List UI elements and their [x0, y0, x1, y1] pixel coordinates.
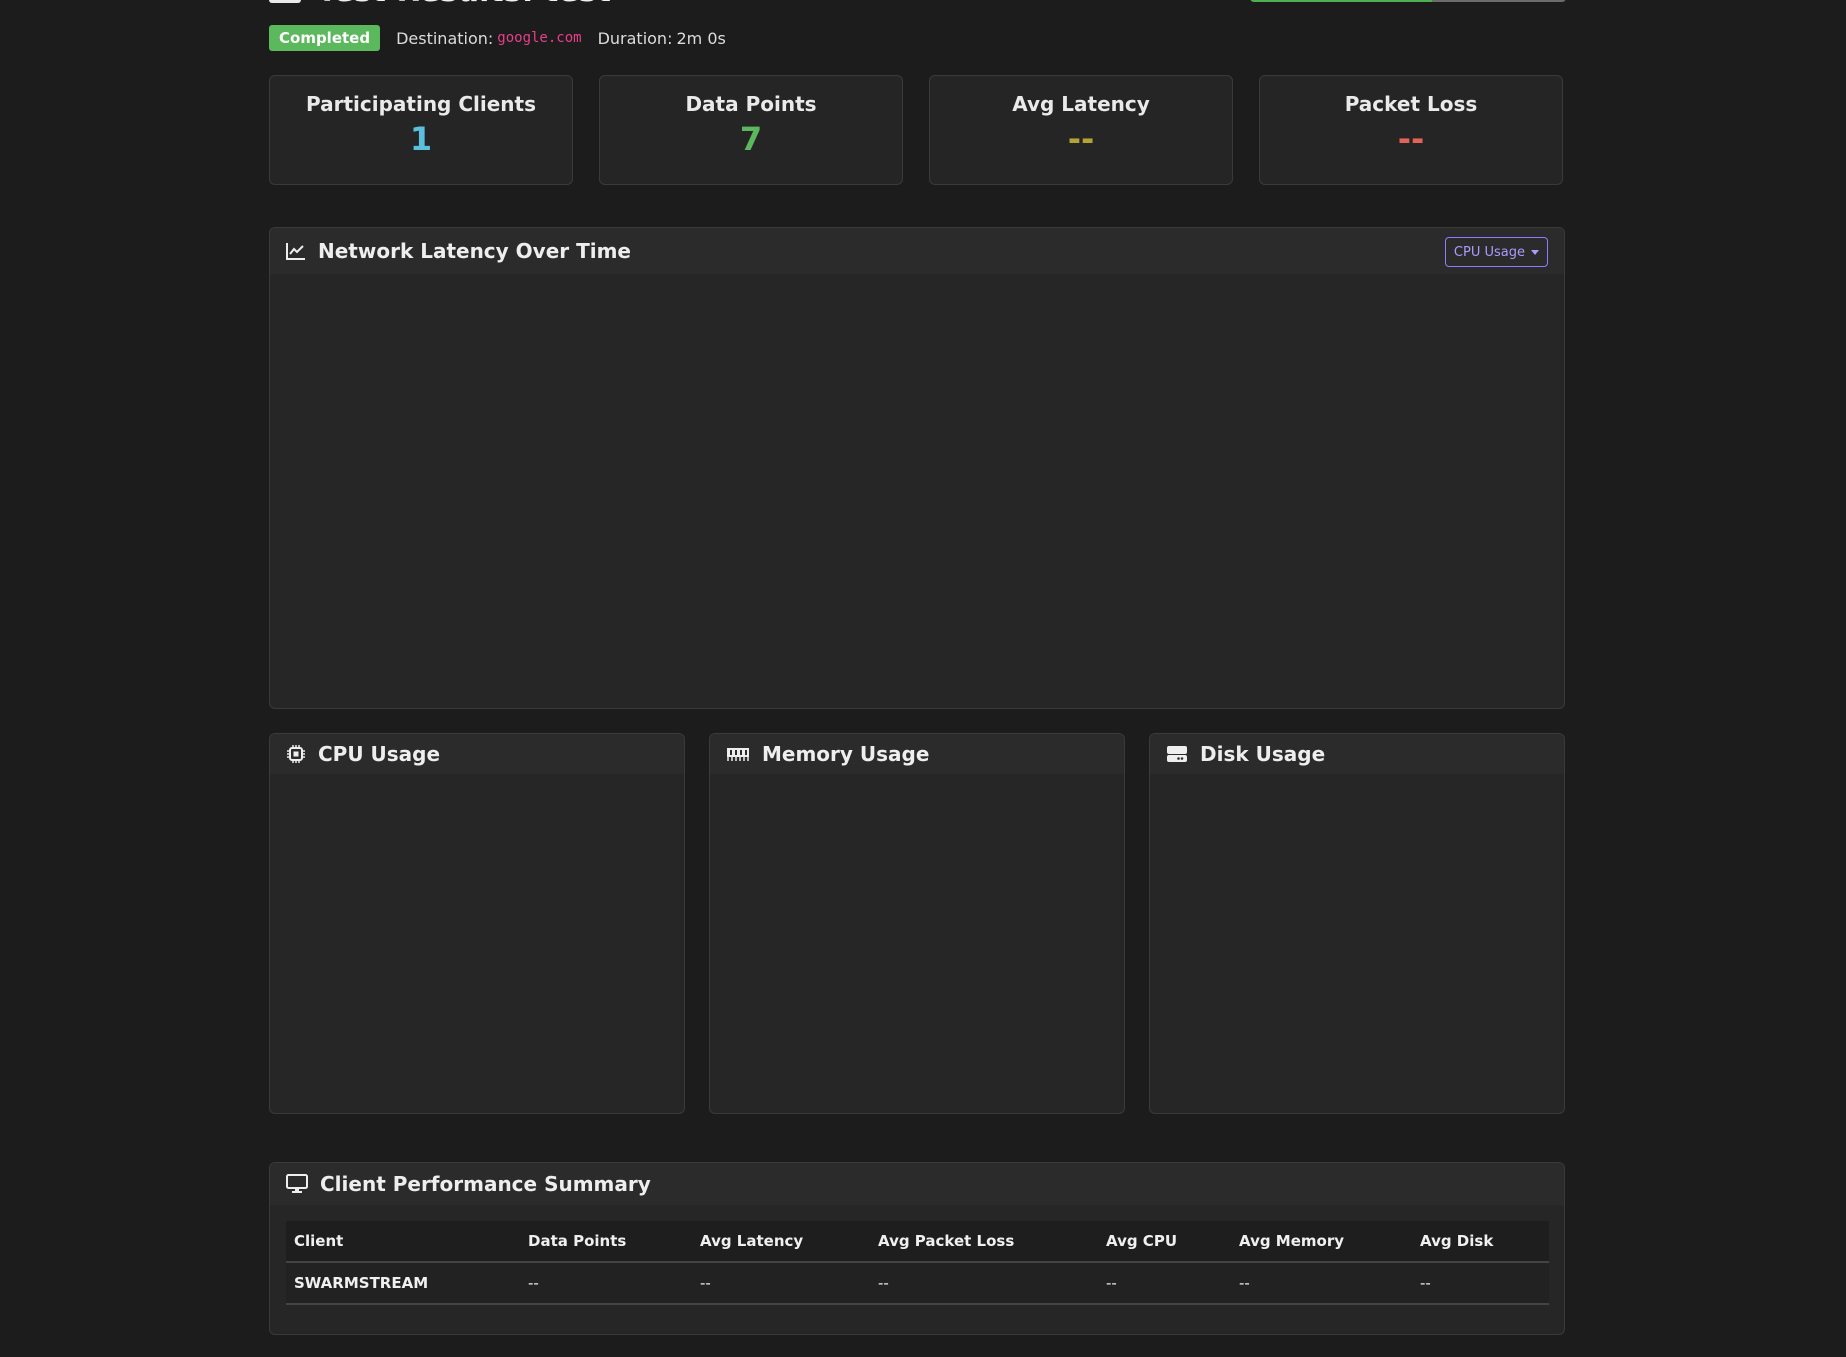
cell-avg-latency: -- [692, 1262, 870, 1305]
stat-card-clients: Participating Clients 1 [269, 75, 573, 185]
stat-label: Packet Loss [1344, 92, 1478, 116]
duration-value: 2m 0s [676, 28, 726, 48]
table-row[interactable]: SWARMSTREAM -- -- -- -- -- -- [286, 1262, 1549, 1305]
cpu-usage-title: CPU Usage [318, 742, 441, 766]
export-button[interactable] [1250, 0, 1432, 2]
header-actions [1250, 0, 1566, 2]
stat-value: -- [1067, 120, 1095, 158]
latency-chart-area [270, 274, 1564, 708]
column-header[interactable]: Avg Disk [1412, 1221, 1549, 1263]
desktop-icon [286, 1174, 308, 1193]
line-chart-icon [286, 243, 305, 260]
stat-card-packet-loss: Packet Loss -- [1259, 75, 1563, 185]
memory-icon [727, 748, 749, 761]
cell-client: SWARMSTREAM [286, 1262, 520, 1305]
memory-usage-card: Memory Usage [709, 733, 1125, 1114]
disk-usage-title: Disk Usage [1200, 742, 1326, 766]
stat-card-avg-latency: Avg Latency -- [929, 75, 1233, 185]
test-meta: Completed Destination: google.com Durati… [269, 24, 726, 52]
stat-label: Participating Clients [305, 92, 536, 116]
disk-usage-card: Disk Usage [1149, 733, 1565, 1114]
column-header[interactable]: Avg CPU [1098, 1221, 1231, 1263]
cell-avg-disk: -- [1412, 1262, 1549, 1305]
back-button[interactable] [1432, 0, 1566, 2]
disk-icon [1167, 746, 1187, 762]
page-title-text: Test Results: test [317, 0, 611, 9]
client-summary-title: Client Performance Summary [320, 1172, 651, 1196]
destination-label: Destination: [396, 28, 494, 48]
column-header[interactable]: Client [286, 1221, 520, 1263]
cell-avg-cpu: -- [1098, 1262, 1231, 1305]
memory-usage-header: Memory Usage [710, 734, 1124, 774]
cell-data-points: -- [520, 1262, 692, 1305]
client-summary-table: Client Data Points Avg Latency Avg Packe… [286, 1221, 1549, 1305]
caret-down-icon [1531, 249, 1539, 255]
latency-chart-header: Network Latency Over Time CPU Usage [270, 228, 1564, 274]
page-title: Test Results: test [269, 0, 611, 9]
cpu-icon [287, 745, 305, 763]
table-header-row: Client Data Points Avg Latency Avg Packe… [286, 1221, 1549, 1263]
stat-value: -- [1397, 120, 1425, 158]
memory-usage-title: Memory Usage [762, 742, 930, 766]
stat-card-data-points: Data Points 7 [599, 75, 903, 185]
column-header[interactable]: Data Points [520, 1221, 692, 1263]
cell-avg-packet-loss: -- [870, 1262, 1098, 1305]
latency-chart-title: Network Latency Over Time [318, 239, 631, 263]
cpu-usage-card: CPU Usage [269, 733, 685, 1114]
client-summary-header: Client Performance Summary [270, 1163, 1564, 1205]
stat-value: 7 [739, 120, 763, 158]
column-header[interactable]: Avg Packet Loss [870, 1221, 1098, 1263]
stat-label: Data Points [685, 92, 817, 116]
duration-label: Duration: [597, 28, 673, 48]
cell-avg-memory: -- [1231, 1262, 1412, 1305]
status-badge: Completed [269, 25, 381, 51]
metric-dropdown[interactable]: CPU Usage [1444, 237, 1548, 267]
stat-label: Avg Latency [1012, 92, 1150, 116]
column-header[interactable]: Avg Latency [692, 1221, 870, 1263]
destination-value: google.com [497, 30, 582, 46]
disk-usage-header: Disk Usage [1150, 734, 1564, 774]
column-header[interactable]: Avg Memory [1231, 1221, 1412, 1263]
cpu-usage-header: CPU Usage [270, 734, 684, 774]
metric-dropdown-label: CPU Usage [1453, 244, 1525, 260]
client-summary-card: Client Performance Summary Client Data P… [269, 1162, 1565, 1335]
latency-chart-card: Network Latency Over Time CPU Usage [269, 227, 1565, 709]
stat-value: 1 [409, 120, 433, 158]
flask-icon [269, 0, 301, 3]
